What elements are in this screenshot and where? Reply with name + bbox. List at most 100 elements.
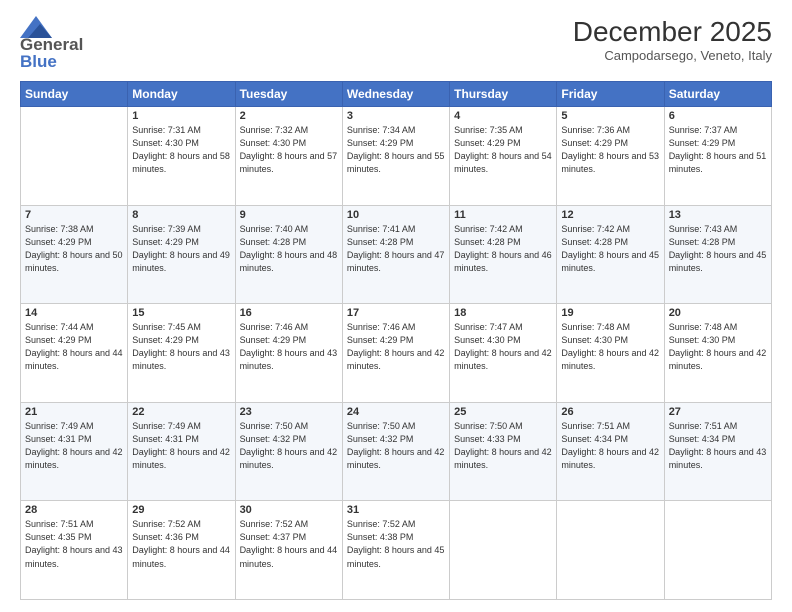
calendar-cell: 23 Sunrise: 7:50 AMSunset: 4:32 PMDayligh… (235, 402, 342, 501)
calendar-week-4: 28 Sunrise: 7:51 AMSunset: 4:35 PMDayligh… (21, 501, 772, 600)
day-number: 8 (132, 209, 230, 221)
day-info: Sunrise: 7:50 AMSunset: 4:33 PMDaylight:… (454, 420, 552, 472)
day-info: Sunrise: 7:52 AMSunset: 4:37 PMDaylight:… (240, 518, 338, 570)
day-info: Sunrise: 7:52 AMSunset: 4:38 PMDaylight:… (347, 518, 445, 570)
day-number: 11 (454, 209, 552, 221)
calendar-cell: 4Sunrise: 7:35 AMSunset: 4:29 PMDaylight… (450, 107, 557, 206)
day-number: 23 (240, 406, 338, 418)
calendar-cell: 30Sunrise: 7:52 AMSunset: 4:37 PMDayligh… (235, 501, 342, 600)
day-info: Sunrise: 7:51 AMSunset: 4:34 PMDaylight:… (669, 420, 767, 472)
day-info: Sunrise: 7:42 AMSunset: 4:28 PMDaylight:… (454, 223, 552, 275)
day-number: 14 (25, 307, 123, 319)
day-info: Sunrise: 7:37 AMSunset: 4:29 PMDaylight:… (669, 124, 767, 176)
calendar-cell: 31 Sunrise: 7:52 AMSunset: 4:38 PMDayligh… (342, 501, 449, 600)
calendar-cell: 20Sunrise: 7:48 AMSunset: 4:30 PMDayligh… (664, 304, 771, 403)
calendar-cell: 9 Sunrise: 7:40 AMSunset: 4:28 PMDaylight… (235, 205, 342, 304)
day-number: 9 (240, 209, 338, 221)
calendar-cell: 15 Sunrise: 7:45 AMSunset: 4:29 PMDayligh… (128, 304, 235, 403)
day-info: Sunrise: 7:47 AMSunset: 4:30 PMDaylight:… (454, 321, 552, 373)
logo: General Blue (20, 16, 83, 71)
calendar-cell: 12Sunrise: 7:42 AMSunset: 4:28 PMDayligh… (557, 205, 664, 304)
calendar-cell: 14 Sunrise: 7:44 AMSunset: 4:29 PMDayligh… (21, 304, 128, 403)
day-number: 22 (132, 406, 230, 418)
calendar-cell: 3 Sunrise: 7:34 AMSunset: 4:29 PMDaylight… (342, 107, 449, 206)
location: Campodarsego, Veneto, Italy (573, 48, 772, 63)
col-monday: Monday (128, 82, 235, 107)
logo-general: General (20, 36, 83, 53)
day-info: Sunrise: 7:49 AMSunset: 4:31 PMDaylight:… (25, 420, 123, 472)
day-number: 1 (132, 110, 230, 122)
day-number: 10 (347, 209, 445, 221)
calendar-cell: 26Sunrise: 7:51 AMSunset: 4:34 PMDayligh… (557, 402, 664, 501)
day-number: 17 (347, 307, 445, 319)
day-number: 16 (240, 307, 338, 319)
day-number: 5 (561, 110, 659, 122)
day-info: Sunrise: 7:32 AMSunset: 4:30 PMDaylight:… (240, 124, 338, 176)
month-title: December 2025 (573, 16, 772, 48)
title-section: December 2025 Campodarsego, Veneto, Ital… (573, 16, 772, 63)
day-number: 2 (240, 110, 338, 122)
day-info: Sunrise: 7:45 AMSunset: 4:29 PMDaylight:… (132, 321, 230, 373)
day-number: 25 (454, 406, 552, 418)
calendar-cell (664, 501, 771, 600)
day-info: Sunrise: 7:50 AMSunset: 4:32 PMDaylight:… (240, 420, 338, 472)
day-info: Sunrise: 7:49 AMSunset: 4:31 PMDaylight:… (132, 420, 230, 472)
day-info: Sunrise: 7:44 AMSunset: 4:29 PMDaylight:… (25, 321, 123, 373)
calendar-cell: 18 Sunrise: 7:47 AMSunset: 4:30 PMDayligh… (450, 304, 557, 403)
calendar-header-row: Sunday Monday Tuesday Wednesday Thursday… (21, 82, 772, 107)
day-number: 15 (132, 307, 230, 319)
day-info: Sunrise: 7:38 AMSunset: 4:29 PMDaylight:… (25, 223, 123, 275)
calendar-week-1: 7 Sunrise: 7:38 AMSunset: 4:29 PMDaylight… (21, 205, 772, 304)
col-sunday: Sunday (21, 82, 128, 107)
day-number: 7 (25, 209, 123, 221)
day-number: 24 (347, 406, 445, 418)
day-info: Sunrise: 7:50 AMSunset: 4:32 PMDaylight:… (347, 420, 445, 472)
page: General Blue December 2025 Campodarsego,… (0, 0, 792, 612)
header: General Blue December 2025 Campodarsego,… (20, 16, 772, 71)
day-number: 19 (561, 307, 659, 319)
calendar-cell: 13 Sunrise: 7:43 AMSunset: 4:28 PMDayligh… (664, 205, 771, 304)
calendar-cell (21, 107, 128, 206)
day-info: Sunrise: 7:52 AMSunset: 4:36 PMDaylight:… (132, 518, 230, 570)
day-info: Sunrise: 7:39 AMSunset: 4:29 PMDaylight:… (132, 223, 230, 275)
day-number: 6 (669, 110, 767, 122)
day-number: 13 (669, 209, 767, 221)
day-info: Sunrise: 7:51 AMSunset: 4:35 PMDaylight:… (25, 518, 123, 570)
col-tuesday: Tuesday (235, 82, 342, 107)
day-info: Sunrise: 7:41 AMSunset: 4:28 PMDaylight:… (347, 223, 445, 275)
calendar-cell: 2 Sunrise: 7:32 AMSunset: 4:30 PMDaylight… (235, 107, 342, 206)
calendar-cell: 21 Sunrise: 7:49 AMSunset: 4:31 PMDayligh… (21, 402, 128, 501)
calendar-cell: 16 Sunrise: 7:46 AMSunset: 4:29 PMDayligh… (235, 304, 342, 403)
calendar-cell: 22 Sunrise: 7:49 AMSunset: 4:31 PMDayligh… (128, 402, 235, 501)
day-number: 31 (347, 504, 445, 516)
calendar-cell: 27Sunrise: 7:51 AMSunset: 4:34 PMDayligh… (664, 402, 771, 501)
day-number: 26 (561, 406, 659, 418)
day-number: 18 (454, 307, 552, 319)
calendar-cell: 19 Sunrise: 7:48 AMSunset: 4:30 PMDayligh… (557, 304, 664, 403)
calendar-week-3: 21 Sunrise: 7:49 AMSunset: 4:31 PMDayligh… (21, 402, 772, 501)
calendar-cell (557, 501, 664, 600)
day-info: Sunrise: 7:42 AMSunset: 4:28 PMDaylight:… (561, 223, 659, 275)
day-info: Sunrise: 7:36 AMSunset: 4:29 PMDaylight:… (561, 124, 659, 176)
day-info: Sunrise: 7:48 AMSunset: 4:30 PMDaylight:… (561, 321, 659, 373)
day-info: Sunrise: 7:46 AMSunset: 4:29 PMDaylight:… (240, 321, 338, 373)
calendar-cell: 6 Sunrise: 7:37 AMSunset: 4:29 PMDaylight… (664, 107, 771, 206)
calendar-cell: 29 Sunrise: 7:52 AMSunset: 4:36 PMDayligh… (128, 501, 235, 600)
calendar-cell: 8 Sunrise: 7:39 AMSunset: 4:29 PMDaylight… (128, 205, 235, 304)
calendar-week-0: 1 Sunrise: 7:31 AMSunset: 4:30 PMDaylight… (21, 107, 772, 206)
day-number: 3 (347, 110, 445, 122)
day-info: Sunrise: 7:31 AMSunset: 4:30 PMDaylight:… (132, 124, 230, 176)
col-thursday: Thursday (450, 82, 557, 107)
day-number: 29 (132, 504, 230, 516)
day-info: Sunrise: 7:43 AMSunset: 4:28 PMDaylight:… (669, 223, 767, 275)
day-info: Sunrise: 7:34 AMSunset: 4:29 PMDaylight:… (347, 124, 445, 176)
day-info: Sunrise: 7:35 AMSunset: 4:29 PMDaylight:… (454, 124, 552, 176)
day-number: 21 (25, 406, 123, 418)
calendar-table: Sunday Monday Tuesday Wednesday Thursday… (20, 81, 772, 600)
day-info: Sunrise: 7:40 AMSunset: 4:28 PMDaylight:… (240, 223, 338, 275)
calendar-cell: 5 Sunrise: 7:36 AMSunset: 4:29 PMDaylight… (557, 107, 664, 206)
day-number: 28 (25, 504, 123, 516)
calendar-cell: 25 Sunrise: 7:50 AMSunset: 4:33 PMDayligh… (450, 402, 557, 501)
calendar-cell: 1 Sunrise: 7:31 AMSunset: 4:30 PMDaylight… (128, 107, 235, 206)
calendar-cell: 7 Sunrise: 7:38 AMSunset: 4:29 PMDaylight… (21, 205, 128, 304)
